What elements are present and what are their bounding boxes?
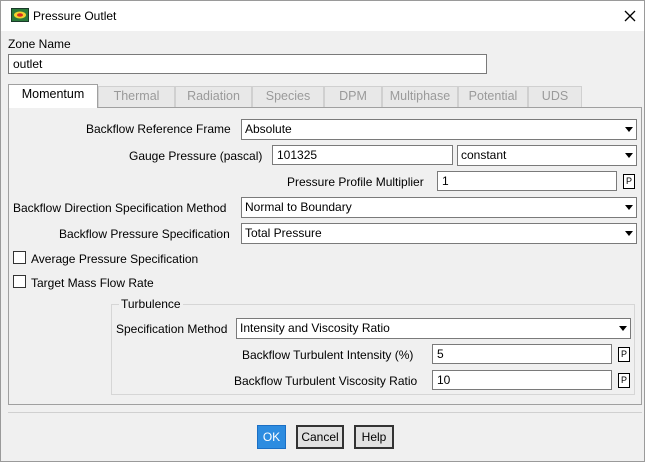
- close-button[interactable]: [617, 4, 643, 28]
- backflow-direction-method-value: Normal to Boundary: [245, 200, 352, 214]
- pressure-outlet-dialog: Pressure Outlet Zone Name outlet Momentu…: [0, 0, 645, 462]
- turbulent-intensity-input[interactable]: 5: [432, 344, 612, 364]
- target-mass-flow-label: Target Mass Flow Rate: [31, 276, 154, 290]
- turbulence-spec-method-label: Specification Method: [116, 322, 228, 336]
- tab-dpm[interactable]: DPM: [324, 86, 382, 107]
- tab-potential[interactable]: Potential: [458, 86, 528, 107]
- gauge-pressure-label: Gauge Pressure (pascal): [129, 149, 263, 163]
- target-mass-flow-checkbox[interactable]: [13, 275, 26, 288]
- gauge-pressure-method-value: constant: [461, 148, 507, 162]
- separator: [8, 412, 642, 413]
- backflow-reference-frame-select[interactable]: Absolute: [241, 119, 637, 140]
- cancel-button[interactable]: Cancel: [296, 425, 344, 449]
- average-pressure-checkbox[interactable]: [13, 251, 26, 264]
- turbulent-intensity-label: Backflow Turbulent Intensity (%): [242, 348, 414, 362]
- average-pressure-label: Average Pressure Specification: [31, 252, 199, 266]
- help-button[interactable]: Help: [354, 425, 394, 449]
- fluent-app-icon: [11, 8, 29, 22]
- pressure-profile-multiplier-label: Pressure Profile Multiplier: [287, 175, 424, 189]
- tab-radiation[interactable]: Radiation: [175, 86, 252, 107]
- window-title: Pressure Outlet: [33, 9, 117, 23]
- turbulence-spec-method-select[interactable]: Intensity and Viscosity Ratio: [236, 318, 631, 339]
- backflow-pressure-spec-value: Total Pressure: [245, 226, 322, 240]
- chevron-down-icon: [619, 326, 627, 331]
- turbulent-viscosity-ratio-label: Backflow Turbulent Viscosity Ratio: [234, 374, 418, 388]
- turbulent-viscosity-ratio-input[interactable]: 10: [432, 370, 612, 390]
- backflow-direction-method-label: Backflow Direction Specification Method: [13, 201, 227, 215]
- tab-multiphase[interactable]: Multiphase: [382, 86, 458, 107]
- zone-name-input[interactable]: outlet: [8, 54, 487, 74]
- chevron-down-icon: [625, 127, 633, 132]
- parameter-button[interactable]: P: [623, 174, 635, 189]
- backflow-reference-frame-value: Absolute: [245, 122, 292, 136]
- pressure-profile-multiplier-input[interactable]: 1: [437, 171, 617, 191]
- close-icon: [624, 10, 636, 22]
- backflow-pressure-spec-select[interactable]: Total Pressure: [241, 223, 637, 244]
- chevron-down-icon: [625, 153, 633, 158]
- chevron-down-icon: [625, 205, 633, 210]
- backflow-reference-frame-label: Backflow Reference Frame: [86, 122, 231, 136]
- turbulence-group-title: Turbulence: [119, 297, 183, 311]
- zone-name-label: Zone Name: [8, 37, 71, 51]
- title-bar: Pressure Outlet: [1, 1, 644, 31]
- tab-bar: Momentum Thermal Radiation Species DPM M…: [8, 84, 582, 108]
- tab-uds[interactable]: UDS: [528, 86, 582, 107]
- chevron-down-icon: [625, 231, 633, 236]
- ok-button[interactable]: OK: [257, 425, 286, 449]
- parameter-button[interactable]: P: [618, 347, 630, 362]
- tab-momentum[interactable]: Momentum: [8, 84, 98, 108]
- parameter-button[interactable]: P: [618, 373, 630, 388]
- backflow-direction-method-select[interactable]: Normal to Boundary: [241, 197, 637, 218]
- backflow-pressure-spec-label: Backflow Pressure Specification: [59, 227, 230, 241]
- gauge-pressure-method-select[interactable]: constant: [457, 145, 637, 166]
- gauge-pressure-input[interactable]: 101325: [272, 145, 453, 165]
- tab-thermal[interactable]: Thermal: [98, 86, 175, 107]
- turbulence-spec-method-value: Intensity and Viscosity Ratio: [240, 321, 390, 335]
- tab-species[interactable]: Species: [252, 86, 324, 107]
